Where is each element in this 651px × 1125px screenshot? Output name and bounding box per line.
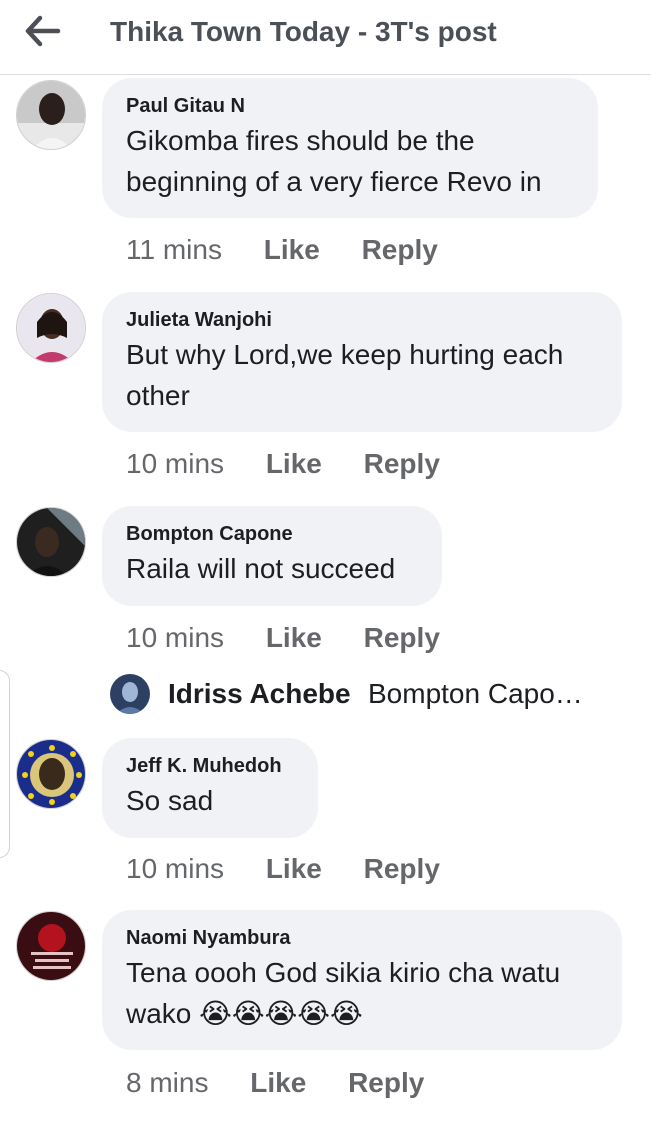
comment-actions: 10 mins Like Reply xyxy=(126,853,440,885)
comment-bubble: Julieta Wanjohi But why Lord,we keep hur… xyxy=(102,292,622,432)
avatar[interactable] xyxy=(16,911,86,981)
comment-author[interactable]: Julieta Wanjohi xyxy=(126,308,598,332)
comment-time: 10 mins xyxy=(126,622,225,653)
like-button[interactable]: Like xyxy=(266,448,322,480)
avatar[interactable] xyxy=(110,674,150,714)
comment-time: 8 mins xyxy=(126,1067,209,1098)
comment-author[interactable]: Naomi Nyambura xyxy=(126,926,598,950)
comment-text: But why Lord,we keep hurting each other xyxy=(126,339,564,411)
comment-text: Tena oooh God sikia kirio cha watu wako … xyxy=(126,957,561,1029)
reply-text: Bompton Capo… xyxy=(368,678,583,709)
like-button[interactable]: Like xyxy=(250,1067,306,1099)
reply-button[interactable]: Reply xyxy=(362,234,438,266)
comment-author[interactable]: Jeff K. Muhedoh xyxy=(126,754,294,778)
comment-author[interactable]: Bompton Capone xyxy=(126,522,418,546)
comment-bubble: Jeff K. Muhedoh So sad xyxy=(102,738,318,838)
like-button[interactable]: Like xyxy=(266,853,322,885)
comment-time: 10 mins xyxy=(126,448,225,479)
comment-bubble: Paul Gitau N Gikomba fires should be the… xyxy=(102,78,598,218)
top-bar: Thika Town Today - 3T's post xyxy=(0,0,651,75)
reply-button[interactable]: Reply xyxy=(348,1067,424,1099)
avatar[interactable] xyxy=(16,739,86,809)
avatar[interactable] xyxy=(16,293,86,363)
reply-button[interactable]: Reply xyxy=(364,622,440,654)
comment-bubble: Naomi Nyambura Tena oooh God sikia kirio… xyxy=(102,910,622,1050)
like-button[interactable]: Like xyxy=(266,622,322,654)
comment-text: So sad xyxy=(126,785,214,816)
comment-actions: 8 mins Like Reply xyxy=(126,1067,424,1099)
back-arrow-icon[interactable] xyxy=(24,14,64,48)
comment-actions: 10 mins Like Reply xyxy=(126,622,440,654)
comment-actions: 10 mins Like Reply xyxy=(126,448,440,480)
comment-text: Gikomba fires should be the beginning of… xyxy=(126,125,542,197)
comment-bubble: Bompton Capone Raila will not succeed xyxy=(102,506,442,606)
like-button[interactable]: Like xyxy=(264,234,320,266)
reply-button[interactable]: Reply xyxy=(364,853,440,885)
reply-author[interactable]: Idriss Achebe xyxy=(168,678,351,710)
comment-text: Raila will not succeed xyxy=(126,553,396,584)
avatar[interactable] xyxy=(16,80,86,150)
comment-actions: 11 mins Like Reply xyxy=(126,234,438,266)
thread-divider xyxy=(0,670,10,858)
comment-author[interactable]: Paul Gitau N xyxy=(126,94,574,118)
avatar[interactable] xyxy=(16,507,86,577)
comment-time: 11 mins xyxy=(126,234,222,265)
reply-button[interactable]: Reply xyxy=(364,448,440,480)
page-title: Thika Town Today - 3T's post xyxy=(110,16,497,47)
comment-time: 10 mins xyxy=(126,853,225,884)
reply-preview[interactable]: Idriss Achebe Bompton Capo… xyxy=(110,672,640,716)
